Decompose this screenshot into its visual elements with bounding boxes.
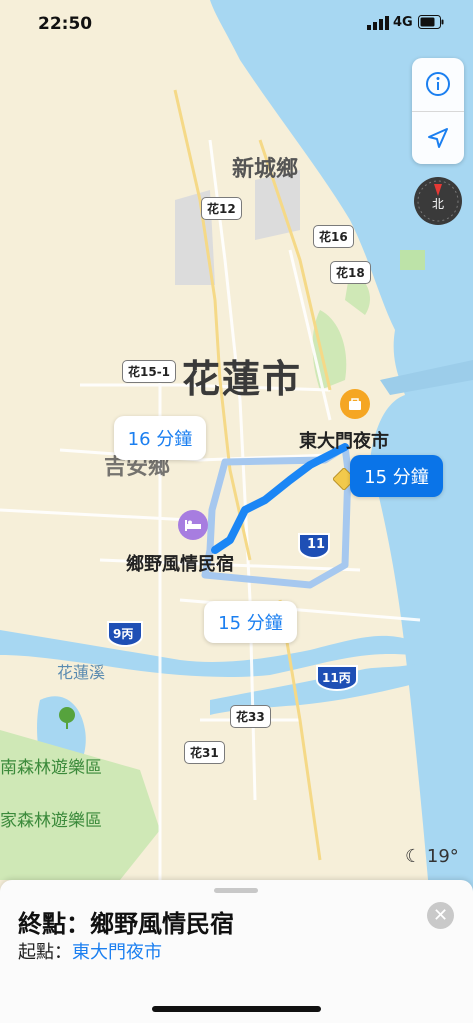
status-bar: 22:50 4G bbox=[0, 0, 473, 50]
park-label: 南森林遊樂區 bbox=[0, 758, 102, 778]
info-icon bbox=[426, 72, 450, 96]
network-type: 4G bbox=[393, 15, 413, 30]
highway-shield: 11 bbox=[297, 532, 331, 564]
close-icon: ✕ bbox=[432, 905, 449, 926]
temperature: 19° bbox=[426, 846, 459, 867]
route-shield: 花31 bbox=[184, 741, 225, 764]
origin-link[interactable]: 東大門夜市 bbox=[72, 942, 162, 963]
shopping-pin-icon[interactable] bbox=[340, 389, 370, 419]
home-indicator[interactable] bbox=[152, 1006, 321, 1012]
route-option-bubble[interactable]: 15 分鐘 bbox=[204, 601, 297, 643]
route-shield: 花18 bbox=[330, 261, 371, 284]
route-option-bubble-selected[interactable]: 15 分鐘 bbox=[350, 455, 443, 497]
compass-label: 北 bbox=[432, 197, 444, 211]
locate-button[interactable] bbox=[412, 112, 464, 164]
route-shield: 花16 bbox=[313, 225, 354, 248]
location-arrow-icon bbox=[428, 128, 448, 148]
origin-label[interactable]: 東大門夜市 bbox=[299, 427, 389, 453]
sheet-grabber[interactable] bbox=[214, 888, 258, 893]
river-label: 花蓮溪 bbox=[57, 663, 106, 682]
status-time: 22:50 bbox=[38, 14, 93, 34]
destination-name: 鄉野風情民宿 bbox=[90, 910, 234, 938]
route-shield: 花12 bbox=[201, 197, 242, 220]
signal-icon bbox=[367, 16, 389, 30]
origin-line: 起點：東大門夜市 bbox=[18, 942, 162, 963]
highway-shield: 9丙 bbox=[106, 620, 144, 652]
city-hualien: 花蓮市 bbox=[182, 357, 303, 401]
directions-sheet[interactable]: 終點：鄉野風情民宿 起點：東大門夜市 ✕ bbox=[0, 880, 473, 1023]
info-button[interactable] bbox=[412, 58, 464, 110]
route-option-bubble[interactable]: 16 分鐘 bbox=[114, 416, 206, 460]
highway-shield: 11丙 bbox=[315, 664, 359, 696]
weather-widget: ☾ 19° bbox=[405, 846, 459, 867]
park-pin-icon bbox=[59, 707, 75, 729]
close-button[interactable]: ✕ bbox=[427, 902, 454, 929]
destination-label[interactable]: 鄉野風情民宿 bbox=[126, 550, 234, 576]
district-xincheng: 新城鄉 bbox=[232, 157, 299, 182]
compass-icon[interactable]: 北 bbox=[413, 176, 463, 226]
battery-icon bbox=[418, 15, 444, 29]
route-shield: 花33 bbox=[230, 705, 271, 728]
park-label: 家森林遊樂區 bbox=[0, 811, 102, 831]
moon-icon: ☾ bbox=[405, 846, 422, 867]
hotel-pin-icon[interactable] bbox=[178, 510, 208, 540]
destination-line: 終點：鄉野風情民宿 bbox=[18, 910, 234, 938]
route-shield: 花15-1 bbox=[122, 360, 177, 383]
map-controls bbox=[412, 58, 464, 164]
